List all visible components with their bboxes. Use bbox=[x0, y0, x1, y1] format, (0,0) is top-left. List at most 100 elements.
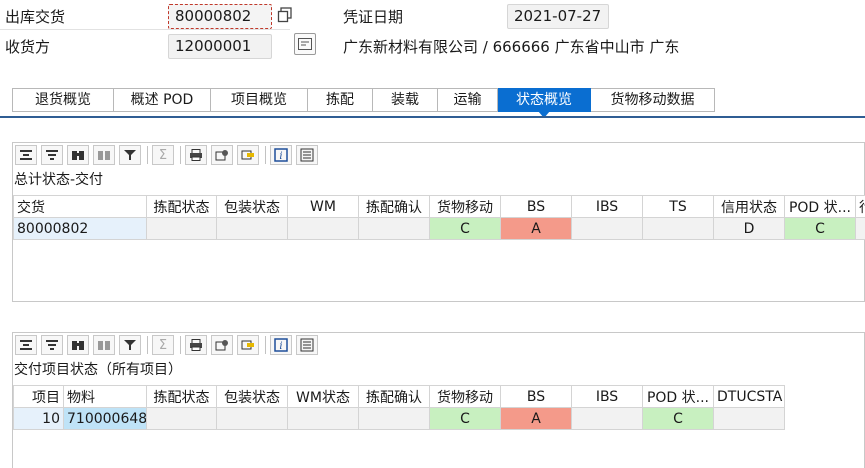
picking-status-cell[interactable] bbox=[146, 407, 217, 430]
tab-picking[interactable]: 拣配 bbox=[308, 88, 373, 112]
picking-confirm-cell[interactable] bbox=[358, 407, 430, 430]
tab-loading[interactable]: 装载 bbox=[373, 88, 438, 112]
item-status-panel: Σ i 交付项目状态（所有项目） 项目 物料 拣配状态 包装状态 WM状态 拣配… bbox=[12, 332, 865, 468]
item-status-toolbar: Σ i bbox=[13, 333, 864, 357]
picking-confirm-cell[interactable] bbox=[358, 217, 430, 240]
svg-text:i: i bbox=[279, 151, 282, 162]
goods-movement-cell[interactable]: C bbox=[429, 407, 501, 430]
packing-status-cell[interactable] bbox=[216, 407, 288, 430]
tab-item-overview[interactable]: 项目概览 bbox=[211, 88, 308, 112]
binoculars-next-icon[interactable] bbox=[93, 335, 115, 355]
binoculars-icon[interactable] bbox=[67, 145, 89, 165]
binoculars-icon[interactable] bbox=[67, 335, 89, 355]
tab-transport[interactable]: 运输 bbox=[438, 88, 498, 112]
col-header[interactable]: 交货 bbox=[13, 195, 147, 218]
overall-status-title: 总计状态-交付 bbox=[14, 172, 104, 188]
receiver-details-icon[interactable] bbox=[294, 33, 316, 55]
table-row[interactable]: 80000802 C A D C bbox=[13, 217, 865, 240]
col-header[interactable]: 货物移动 bbox=[429, 385, 501, 408]
filter-icon[interactable] bbox=[119, 145, 141, 165]
item-status-table: 项目 物料 拣配状态 包装状态 WM状态 拣配确认 货物移动 BS IBS PO… bbox=[13, 385, 785, 430]
svg-text:i: i bbox=[279, 341, 282, 352]
item-status-title: 交付项目状态（所有项目） bbox=[14, 362, 182, 378]
col-header[interactable]: WM bbox=[287, 195, 359, 218]
material-cell[interactable]: 710000648 bbox=[63, 407, 147, 430]
overall-status-panel: Σ i 总计状态-交付 交货 拣配状态 包装状态 WM 拣配确认 货物移动 BS… bbox=[12, 142, 865, 302]
delivery-cell[interactable]: 80000802 bbox=[13, 217, 147, 240]
details-icon[interactable] bbox=[296, 335, 318, 355]
print-icon[interactable] bbox=[185, 145, 207, 165]
ts-cell[interactable] bbox=[642, 217, 714, 240]
table-header-row: 项目 物料 拣配状态 包装状态 WM状态 拣配确认 货物移动 BS IBS PO… bbox=[13, 385, 785, 408]
col-header[interactable]: 拣配状态 bbox=[146, 385, 217, 408]
receiver-input[interactable]: 12000001 bbox=[168, 34, 272, 59]
export-icon[interactable] bbox=[211, 145, 233, 165]
tab-goods-movement-data[interactable]: 货物移动数据 bbox=[591, 88, 715, 112]
filter-icon[interactable] bbox=[119, 335, 141, 355]
layout-icon[interactable] bbox=[237, 335, 259, 355]
delivery-label: 出库交货 bbox=[5, 8, 66, 26]
align-center-icon[interactable] bbox=[15, 145, 37, 165]
col-header[interactable]: 物料 bbox=[63, 385, 147, 408]
info-icon[interactable]: i bbox=[270, 145, 292, 165]
ibs-cell[interactable] bbox=[571, 217, 643, 240]
wm-status-cell[interactable] bbox=[287, 407, 359, 430]
details-icon[interactable] bbox=[296, 145, 318, 165]
tab-return-overview[interactable]: 退货概览 bbox=[12, 88, 114, 112]
extra-cell[interactable] bbox=[855, 217, 865, 240]
table-row[interactable]: 10 710000648 C A C bbox=[13, 407, 785, 430]
overall-status-toolbar: Σ i bbox=[13, 143, 864, 167]
filter-lines-icon[interactable] bbox=[41, 335, 63, 355]
receiver-label: 收货方 bbox=[5, 38, 51, 56]
sum-icon[interactable]: Σ bbox=[152, 335, 174, 355]
layout-icon[interactable] bbox=[237, 145, 259, 165]
col-header[interactable]: 货物移动 bbox=[429, 195, 501, 218]
print-icon[interactable] bbox=[185, 335, 207, 355]
credit-status-cell[interactable]: D bbox=[713, 217, 785, 240]
goods-movement-cell[interactable]: C bbox=[429, 217, 501, 240]
picking-status-cell[interactable] bbox=[146, 217, 217, 240]
col-header[interactable]: 包装状态 bbox=[216, 195, 288, 218]
date-label: 凭证日期 bbox=[343, 8, 404, 26]
bs-cell[interactable]: A bbox=[500, 407, 572, 430]
wm-cell[interactable] bbox=[287, 217, 359, 240]
export-icon[interactable] bbox=[211, 335, 233, 355]
col-header[interactable]: POD 状... bbox=[642, 385, 714, 408]
col-header[interactable]: WM状态 bbox=[287, 385, 359, 408]
packing-status-cell[interactable] bbox=[216, 217, 288, 240]
col-header[interactable]: 信用状态 bbox=[713, 195, 785, 218]
col-header[interactable]: BS bbox=[500, 385, 572, 408]
col-header[interactable]: TS bbox=[642, 195, 714, 218]
col-header[interactable]: 包装状态 bbox=[216, 385, 288, 408]
receiver-description: 广东新材料有限公司 / 666666 广东省中山市 广东 bbox=[343, 38, 680, 56]
delivery-input[interactable]: 80000802 bbox=[168, 4, 272, 29]
ibs-cell[interactable] bbox=[571, 407, 643, 430]
copy-icon[interactable] bbox=[276, 6, 294, 24]
table-header-row: 交货 拣配状态 包装状态 WM 拣配确认 货物移动 BS IBS TS 信用状态… bbox=[13, 195, 865, 218]
col-header[interactable]: 拣配确认 bbox=[358, 385, 430, 408]
col-header[interactable]: 拣配确认 bbox=[358, 195, 430, 218]
dtucsta-cell[interactable] bbox=[713, 407, 785, 430]
tab-pod-overview[interactable]: 概述 POD bbox=[114, 88, 211, 112]
filter-lines-icon[interactable] bbox=[41, 145, 63, 165]
tab-status-overview[interactable]: 状态概览 bbox=[498, 88, 591, 118]
col-header[interactable]: IBS bbox=[571, 195, 643, 218]
sum-icon[interactable]: Σ bbox=[152, 145, 174, 165]
date-field[interactable]: 2021-07-27 bbox=[507, 4, 609, 29]
col-header[interactable]: 拣配状态 bbox=[146, 195, 217, 218]
bs-cell[interactable]: A bbox=[500, 217, 572, 240]
col-header[interactable]: 项目 bbox=[13, 385, 64, 408]
col-header[interactable]: IBS bbox=[571, 385, 643, 408]
overall-status-table: 交货 拣配状态 包装状态 WM 拣配确认 货物移动 BS IBS TS 信用状态… bbox=[13, 195, 865, 240]
col-header[interactable]: 行 bbox=[855, 195, 865, 218]
tab-strip: 退货概览 概述 POD 项目概览 拣配 装载 运输 状态概览 货物移动数据 bbox=[12, 88, 715, 118]
col-header[interactable]: POD 状... bbox=[784, 195, 856, 218]
align-center-icon[interactable] bbox=[15, 335, 37, 355]
col-header[interactable]: DTUCSTA bbox=[713, 385, 785, 408]
binoculars-next-icon[interactable] bbox=[93, 145, 115, 165]
info-icon[interactable]: i bbox=[270, 335, 292, 355]
item-cell[interactable]: 10 bbox=[13, 407, 64, 430]
pod-status-cell[interactable]: C bbox=[784, 217, 856, 240]
pod-status-cell[interactable]: C bbox=[642, 407, 714, 430]
col-header[interactable]: BS bbox=[500, 195, 572, 218]
